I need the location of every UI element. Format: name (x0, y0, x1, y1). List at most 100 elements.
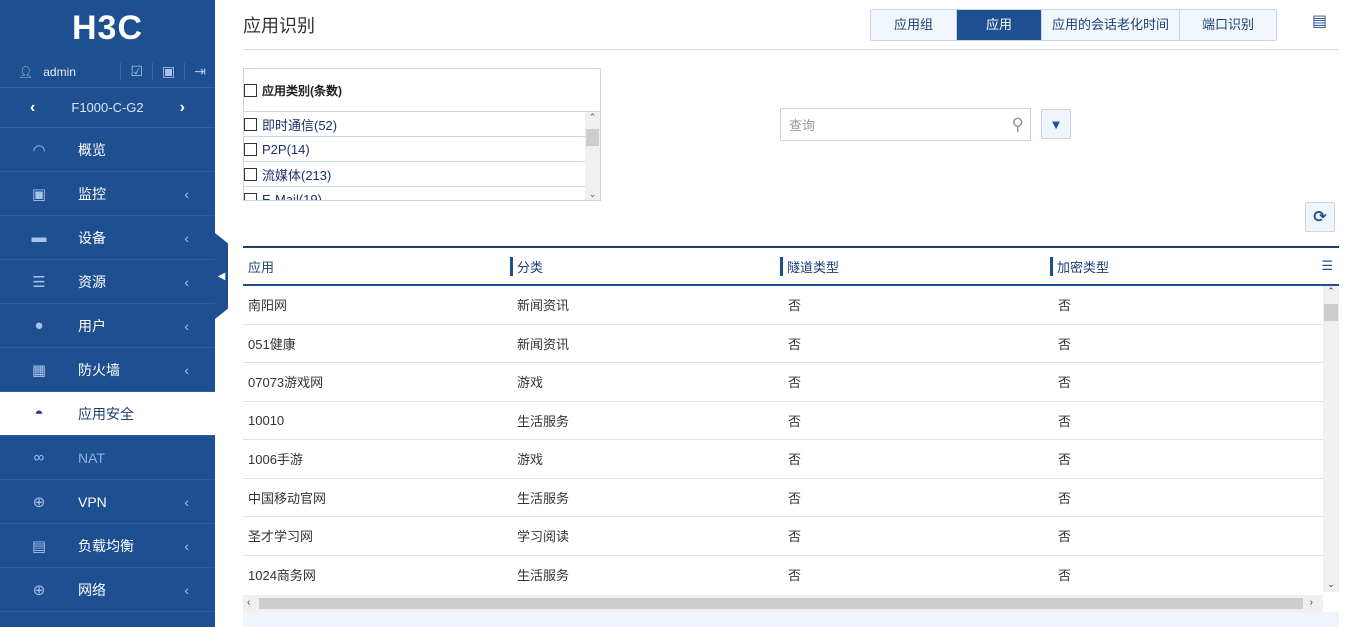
category-item[interactable]: 流媒体(213) (244, 162, 586, 187)
col-tunnel[interactable]: 隧道类型 (780, 256, 839, 276)
tab-port-identify[interactable]: 端口识别 (1179, 10, 1277, 40)
select-all-checkbox[interactable] (244, 83, 257, 97)
expand-arrow-icon: ‹ (184, 229, 189, 246)
table-row[interactable]: 10010 生活服务 否 否 (243, 402, 1323, 440)
user-icon: 👤︎ (18, 64, 34, 79)
col-app[interactable]: 应用 (248, 257, 274, 276)
cell: 否 (1058, 375, 1072, 391)
sidebar-item[interactable]: ⊕ 网络 ‹ (0, 568, 215, 612)
save-icon[interactable]: ▣ (152, 63, 184, 80)
sidebar-item[interactable]: ▬ 设备 ‹ (0, 216, 215, 260)
sidebar-item[interactable]: ▤ 负载均衡 ‹ (0, 524, 215, 568)
cell: 07073游戏网 (248, 375, 324, 391)
cell: 南阳网 (248, 298, 288, 314)
notebook-icon[interactable]: ▤ (1312, 11, 1327, 31)
tab-app-group[interactable]: 应用组 (871, 10, 957, 40)
cell: 否 (1058, 298, 1072, 314)
checklist-icon[interactable]: ☑ (120, 63, 152, 80)
col-encrypt[interactable]: 加密类型 (1050, 256, 1109, 276)
cell: 新闻资讯 (517, 336, 570, 352)
category-item[interactable]: E-Mail(19) (244, 187, 586, 201)
cell: 否 (788, 413, 802, 429)
sidebar-item[interactable]: ● 用户 ‹ (0, 304, 215, 348)
cell: 否 (1058, 336, 1072, 352)
table-row[interactable]: 南阳网 新闻资讯 否 否 (243, 286, 1323, 325)
cell: 否 (1058, 413, 1072, 429)
sidebar-item[interactable]: ▣ 监控 ‹ (0, 172, 215, 216)
refresh-icon: ⟳ (1313, 209, 1327, 226)
tab-app[interactable]: 应用 (956, 10, 1042, 40)
category-checkbox[interactable] (244, 192, 257, 200)
search-input[interactable]: 查询 ⚲ (780, 108, 1031, 141)
cell: 游戏 (517, 375, 544, 391)
cell: 否 (788, 336, 802, 352)
refresh-button[interactable]: ⟳ (1305, 202, 1335, 232)
category-label: 流媒体(213) (262, 167, 332, 183)
category-checkbox[interactable] (244, 167, 257, 181)
sidebar-item[interactable]: ▦ 防火墙 ‹ (0, 348, 215, 392)
gauge-icon: ◠ (32, 141, 46, 159)
filter-icon: ▼ (1049, 116, 1063, 132)
table-row[interactable]: 中国移动官网 生活服务 否 否 (243, 479, 1323, 517)
next-device-button[interactable]: › (180, 99, 185, 117)
expand-arrow-icon: ‹ (184, 581, 189, 598)
cell: 否 (788, 529, 802, 545)
globe-lock-icon: ⊕ (32, 493, 46, 511)
sidebar-item[interactable]: ◠ 概览 (0, 128, 215, 172)
cell: 游戏 (517, 452, 544, 468)
expand-arrow-icon: ‹ (184, 493, 189, 510)
user-bar: 👤︎ admin ☑ ▣ ⇥ (0, 56, 215, 88)
search-icon[interactable]: ⚲ (1012, 115, 1024, 135)
sidebar-item-label: 设备 (78, 229, 106, 246)
sidebar-item[interactable]: ◓ 应用安全 (0, 392, 215, 436)
divider (243, 49, 1339, 50)
expand-arrow-icon: ‹ (184, 317, 189, 334)
category-label: E-Mail(19) (262, 191, 322, 201)
expand-arrow-icon: ‹ (184, 185, 189, 202)
table-row[interactable]: 1006手游 游戏 否 否 (243, 440, 1323, 479)
tab-session-aging[interactable]: 应用的会话老化时间 (1041, 10, 1180, 40)
sidebar-item[interactable]: ☰ 资源 ‹ (0, 260, 215, 304)
app-table: 应用 分类 隧道类型 加密类型 ☰ 南阳网 新闻资讯否否 051健康 新闻资讯否否 07… (243, 246, 1339, 592)
cell: 否 (788, 452, 802, 468)
category-checkbox[interactable] (244, 117, 257, 131)
search-placeholder: 查询 (789, 118, 816, 133)
table-hscrollbar[interactable]: ‹ › (243, 595, 1323, 612)
username[interactable]: admin (43, 65, 76, 79)
load-balance-icon: ▤ (31, 537, 47, 555)
category-scrollbar[interactable]: ⌃ ⌄ (585, 112, 600, 200)
category-item[interactable]: 即时通信(52) (244, 112, 586, 137)
table-row[interactable]: 圣才学习网 学习阅读 否 否 (243, 517, 1323, 556)
filter-button[interactable]: ▼ (1041, 109, 1071, 139)
expand-arrow-icon: ‹ (184, 537, 189, 554)
cell: 生活服务 (517, 490, 570, 506)
sidebar-item-label: 防火墙 (78, 361, 120, 378)
table-row[interactable]: 051健康 新闻资讯 否 否 (243, 325, 1323, 363)
sidebar-item[interactable]: ∞ NAT (0, 436, 215, 480)
link-icon: ∞ (33, 449, 45, 466)
cell: 否 (1058, 490, 1072, 506)
table-row[interactable]: 1024商务网 生活服务 否 否 (243, 556, 1323, 593)
cell: 生活服务 (517, 413, 570, 429)
cell: 1024商务网 (248, 567, 316, 583)
monitor-icon: ▣ (31, 185, 47, 203)
table-row[interactable]: 07073游戏网 游戏 否 否 (243, 363, 1323, 402)
logout-icon[interactable]: ⇥ (184, 63, 215, 80)
sidebar: H3C 👤︎ admin ☑ ▣ ⇥ ‹ F1000-C-G2 › ◠ 概览 ▣ 监控… (0, 0, 215, 627)
sidebar-item-label: 用户 (78, 317, 106, 334)
cell: 圣才学习网 (248, 529, 314, 545)
col-category[interactable]: 分类 (510, 256, 543, 276)
database-icon: ☰ (32, 273, 46, 291)
table-header: 应用 分类 隧道类型 加密类型 ☰ (243, 248, 1339, 286)
user-icon: ● (34, 317, 44, 334)
category-checkbox[interactable] (244, 142, 257, 156)
prev-device-button[interactable]: ‹ (30, 99, 35, 117)
sidebar-item[interactable]: ⊕ VPN ‹ (0, 480, 215, 524)
column-menu-icon[interactable]: ☰ (1321, 258, 1333, 274)
globe-icon: ⊕ (32, 581, 46, 599)
table-vscrollbar[interactable]: ⌃ ⌄ (1323, 286, 1339, 592)
sidebar-item-label: VPN (78, 493, 107, 510)
shield-icon: ◓ (34, 405, 44, 422)
collapse-sidebar-handle[interactable]: ◀ (215, 233, 228, 319)
category-item[interactable]: P2P(14) (244, 137, 586, 162)
